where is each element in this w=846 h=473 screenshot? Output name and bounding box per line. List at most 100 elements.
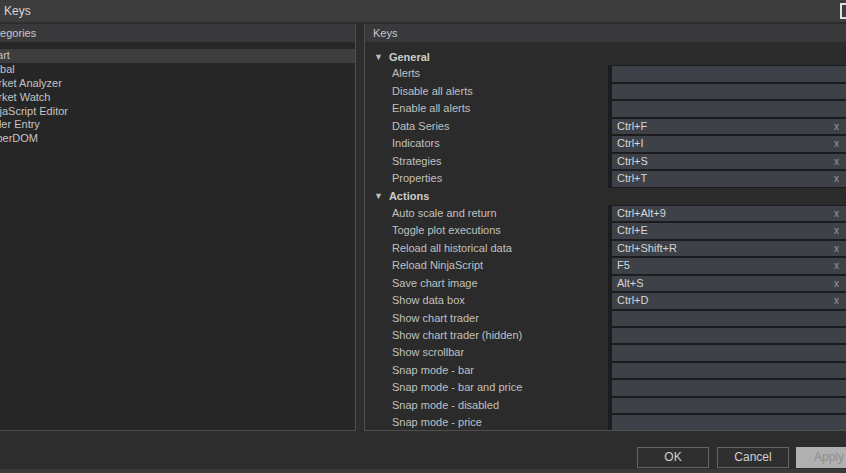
- key-field-wrap: x: [608, 379, 846, 396]
- key-label: Snap mode - price: [365, 414, 608, 431]
- key-binding-input[interactable]: x: [612, 345, 846, 360]
- key-binding-input[interactable]: Ctrl+E x: [612, 223, 846, 238]
- key-row: Save chart image Alt+S x: [365, 275, 846, 292]
- key-row: Alerts x: [365, 65, 846, 82]
- key-field-wrap: Ctrl+E x: [608, 222, 846, 239]
- key-label: Save chart image: [365, 275, 608, 292]
- group-row[interactable]: ▼ General: [365, 48, 846, 65]
- key-field-wrap: x: [608, 344, 846, 361]
- clear-binding-icon[interactable]: x: [834, 154, 839, 169]
- key-row: Show scrollbar x: [365, 344, 846, 361]
- key-field-wrap: x: [608, 65, 846, 82]
- key-row: Disable all alerts x: [365, 83, 846, 100]
- window-title: Keys: [4, 4, 31, 18]
- apply-button[interactable]: Apply: [796, 447, 846, 468]
- key-row: Show chart trader (hidden) x: [365, 327, 846, 344]
- key-binding-input[interactable]: x: [612, 398, 846, 413]
- category-item[interactable]: Market Analyzer: [0, 77, 355, 91]
- category-item-label: Global: [0, 63, 15, 75]
- key-binding-input[interactable]: F5 x: [612, 258, 846, 273]
- key-label: Toggle plot executions: [365, 222, 608, 239]
- collapse-triangle-icon[interactable]: ▼: [374, 52, 383, 62]
- title-bar: Keys: [0, 0, 846, 22]
- cancel-button[interactable]: Cancel: [717, 447, 789, 468]
- key-field-wrap: x: [608, 397, 846, 414]
- bottom-edge-strip: [0, 469, 846, 473]
- key-binding-input[interactable]: x: [612, 311, 846, 326]
- key-binding-input[interactable]: x: [612, 415, 846, 430]
- key-row: Snap mode - bar x: [365, 362, 846, 379]
- key-field-wrap: Ctrl+Alt+9 x: [608, 205, 846, 222]
- key-binding-input[interactable]: Ctrl+F x: [612, 119, 846, 134]
- category-item[interactable]: Market Watch: [0, 91, 355, 105]
- key-binding-value: F5: [617, 259, 630, 271]
- key-binding-input[interactable]: x: [612, 101, 846, 116]
- key-label: Snap mode - disabled: [365, 397, 608, 414]
- clear-binding-icon[interactable]: x: [834, 258, 839, 273]
- key-binding-input[interactable]: x: [612, 66, 846, 81]
- key-binding-value: Ctrl+Shift+R: [617, 242, 677, 254]
- key-row: Reload all historical data Ctrl+Shift+R …: [365, 240, 846, 257]
- category-item[interactable]: Order Entry: [0, 118, 355, 132]
- key-field-wrap: Alt+S x: [608, 275, 846, 292]
- category-item[interactable]: Chart: [0, 49, 355, 63]
- ok-button[interactable]: OK: [637, 447, 709, 468]
- clear-binding-icon[interactable]: x: [834, 171, 839, 186]
- keys-rows: ▼ General General x ▼ Alerts Alerts: [365, 42, 846, 431]
- key-label: Show chart trader: [365, 310, 608, 327]
- categories-list: Chart Global Market Analyzer Market Watc…: [0, 42, 355, 146]
- key-binding-value: Ctrl+E: [617, 224, 648, 236]
- group-label: Actions: [389, 190, 429, 202]
- category-item[interactable]: Global: [0, 63, 355, 77]
- clear-binding-icon[interactable]: x: [834, 119, 839, 134]
- key-field-wrap: x: [608, 100, 846, 117]
- category-item[interactable]: NinjaScript Editor: [0, 105, 355, 119]
- collapse-triangle-icon[interactable]: ▼: [374, 191, 383, 201]
- key-binding-input[interactable]: Alt+S x: [612, 276, 846, 291]
- group-row[interactable]: ▼ Actions: [365, 188, 846, 205]
- window-control-icon[interactable]: [840, 3, 846, 19]
- key-binding-value: Ctrl+I: [617, 137, 644, 149]
- key-binding-input[interactable]: x: [612, 363, 846, 378]
- clear-binding-icon[interactable]: x: [834, 223, 839, 238]
- clear-binding-icon[interactable]: x: [834, 276, 839, 291]
- key-binding-input[interactable]: Ctrl+D x: [612, 293, 846, 308]
- key-binding-input[interactable]: Ctrl+I x: [612, 136, 846, 151]
- key-label: Alerts: [365, 65, 608, 82]
- category-item[interactable]: SuperDOM: [0, 132, 355, 146]
- key-field-wrap: Ctrl+I x: [608, 135, 846, 152]
- clear-binding-icon[interactable]: x: [834, 206, 839, 221]
- key-label: Show scrollbar: [365, 344, 608, 361]
- clear-binding-icon[interactable]: x: [834, 136, 839, 151]
- category-item-label: NinjaScript Editor: [0, 105, 68, 117]
- key-row: Snap mode - disabled x: [365, 397, 846, 414]
- key-binding-input[interactable]: x: [612, 328, 846, 343]
- clear-binding-icon[interactable]: x: [834, 241, 839, 256]
- key-binding-input[interactable]: x: [612, 84, 846, 99]
- key-label: Auto scale and return: [365, 205, 608, 222]
- key-label: Strategies: [365, 153, 608, 170]
- key-row: Show chart trader x: [365, 310, 846, 327]
- key-label: Disable all alerts: [365, 83, 608, 100]
- key-row: Auto scale and return Ctrl+Alt+9 x: [365, 205, 846, 222]
- key-binding-input[interactable]: Ctrl+T x: [612, 171, 846, 186]
- key-field-wrap: x: [608, 327, 846, 344]
- key-field-wrap: Ctrl+D x: [608, 292, 846, 309]
- key-field-wrap: F5 x: [608, 257, 846, 274]
- key-binding-input[interactable]: Ctrl+S x: [612, 154, 846, 169]
- key-row: Indicators Ctrl+I x: [365, 135, 846, 152]
- key-binding-input[interactable]: Ctrl+Shift+R x: [612, 241, 846, 256]
- key-field-wrap: Ctrl+F x: [608, 118, 846, 135]
- clear-binding-icon[interactable]: x: [834, 293, 839, 308]
- key-binding-value: Ctrl+S: [617, 155, 648, 167]
- key-label: Show data box: [365, 292, 608, 309]
- key-binding-input[interactable]: Ctrl+Alt+9 x: [612, 206, 846, 221]
- key-row: Snap mode - price x: [365, 414, 846, 431]
- key-label: Show chart trader (hidden): [365, 327, 608, 344]
- categories-header: Categories: [0, 24, 355, 42]
- category-item-label: SuperDOM: [0, 132, 38, 144]
- key-label: Indicators: [365, 135, 608, 152]
- key-label: Properties: [365, 170, 608, 187]
- key-label: Enable all alerts: [365, 100, 608, 117]
- key-binding-input[interactable]: x: [612, 380, 846, 395]
